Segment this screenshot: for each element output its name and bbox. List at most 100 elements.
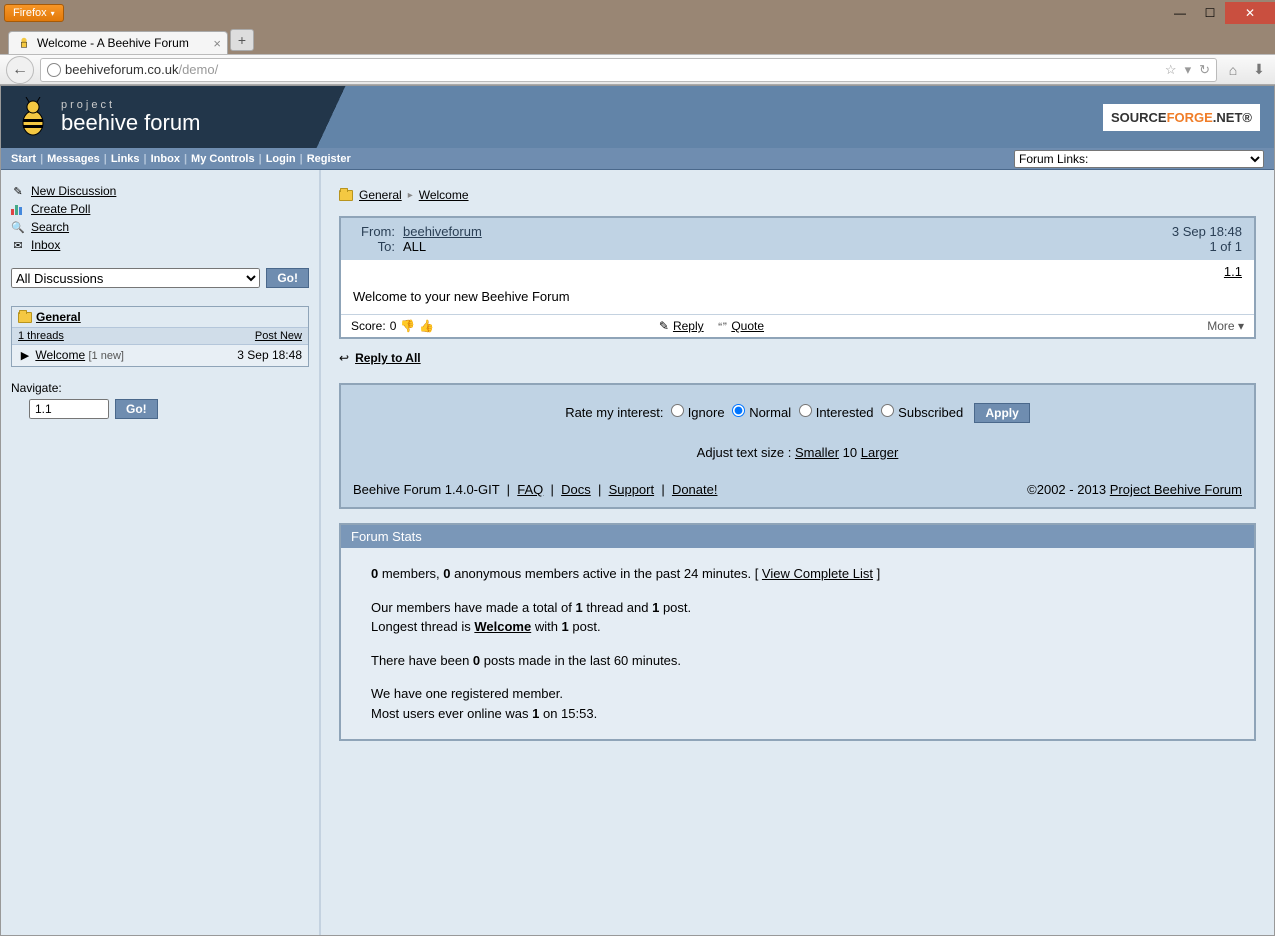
copyright-text: ©2002 - 2013 [1027, 482, 1106, 497]
url-path: /demo/ [178, 62, 218, 77]
reply-all-link[interactable]: Reply to All [355, 351, 421, 365]
browser-toolbar: Firefox — ☐ ✕ [0, 0, 1275, 26]
maximize-button[interactable]: ☐ [1195, 2, 1225, 24]
rate-subscribed-radio[interactable] [881, 404, 894, 417]
thread-icon: ▶ [18, 349, 32, 363]
nav-login[interactable]: Login [266, 153, 296, 165]
interest-panel: Rate my interest: Ignore Normal Interest… [339, 383, 1256, 509]
navigate-label: Navigate: [11, 381, 309, 395]
version-text: Beehive Forum 1.4.0-GIT [353, 482, 499, 497]
post-body: Welcome to your new Beehive Forum [341, 283, 1254, 314]
longest-thread-link[interactable]: Welcome [474, 619, 531, 634]
thread-new-label: [1 new] [88, 350, 123, 362]
folder-icon [18, 312, 32, 323]
threads-count-link[interactable]: 1 threads [18, 330, 64, 342]
folder-general-link[interactable]: General [36, 310, 81, 324]
navigate-go-button[interactable]: Go! [115, 399, 158, 419]
tab-bar: Welcome - A Beehive Forum × + [0, 26, 1275, 54]
nav-mycontrols[interactable]: My Controls [191, 153, 255, 165]
stats-title: Forum Stats [341, 525, 1254, 548]
navigate-input[interactable] [29, 399, 109, 419]
support-link[interactable]: Support [609, 482, 655, 497]
forum-header: project beehive forum SOURCEFORGE.NET® [1, 86, 1274, 148]
discussion-go-button[interactable]: Go! [266, 268, 309, 288]
score-label: Score: [351, 319, 386, 333]
from-label: From: [353, 224, 403, 239]
folder-icon [339, 190, 353, 201]
breadcrumb: General ▸ Welcome [339, 188, 1256, 202]
copyright-link[interactable]: Project Beehive Forum [1110, 482, 1242, 497]
browser-navbar: ← beehiveforum.co.uk/demo/ ☆ ▾ ↻ ⌂ ⬇ [0, 54, 1275, 85]
post-anchor-link[interactable]: 1.1 [1224, 264, 1242, 279]
search-link[interactable]: Search [31, 220, 69, 234]
reply-all-icon: ↩ [339, 351, 349, 365]
docs-link[interactable]: Docs [561, 482, 591, 497]
firefox-menu-button[interactable]: Firefox [4, 4, 64, 22]
textsize-value: 10 [843, 445, 857, 460]
main-content: General ▸ Welcome From: beehiveforum 3 S… [321, 170, 1274, 935]
thread-date: 3 Sep 18:48 [237, 348, 302, 362]
quote-link[interactable]: Quote [731, 319, 764, 333]
chevron-right-icon: ▸ [408, 190, 413, 201]
reload-icon[interactable]: ↻ [1199, 62, 1210, 78]
tab-title: Welcome - A Beehive Forum [37, 36, 189, 50]
globe-icon [47, 63, 61, 77]
smaller-link[interactable]: Smaller [795, 445, 839, 460]
nav-messages[interactable]: Messages [47, 153, 100, 165]
close-button[interactable]: ✕ [1225, 2, 1275, 24]
sidebar: ✎New Discussion Create Poll 🔍Search ✉Inb… [1, 170, 321, 935]
download-icon[interactable]: ⬇ [1249, 61, 1269, 78]
rate-normal-radio[interactable] [732, 404, 745, 417]
nav-links[interactable]: Links [111, 153, 140, 165]
apply-button[interactable]: Apply [974, 403, 1029, 423]
post-new-link[interactable]: Post New [255, 330, 302, 342]
nav-start[interactable]: Start [11, 153, 36, 165]
dropdown-icon[interactable]: ▾ [1185, 62, 1192, 78]
larger-link[interactable]: Larger [861, 445, 899, 460]
search-icon: 🔍 [11, 220, 25, 234]
score-value: 0 [390, 319, 397, 333]
rate-interested-radio[interactable] [799, 404, 812, 417]
thumbs-down-icon[interactable]: 👎 [400, 319, 415, 333]
sourceforge-badge[interactable]: SOURCEFORGE.NET® [1103, 104, 1260, 131]
post-count: 1 of 1 [1209, 239, 1242, 254]
faq-link[interactable]: FAQ [517, 482, 543, 497]
beehive-logo-icon [13, 97, 53, 137]
rate-ignore-radio[interactable] [671, 404, 684, 417]
new-discussion-link[interactable]: New Discussion [31, 184, 116, 198]
inbox-link[interactable]: Inbox [31, 238, 60, 252]
minimize-button[interactable]: — [1165, 2, 1195, 24]
to-label: To: [353, 239, 403, 254]
post: From: beehiveforum 3 Sep 18:48 To: ALL 1… [339, 216, 1256, 339]
more-dropdown[interactable]: More ▾ [1207, 319, 1244, 333]
chevron-down-icon: ▾ [1238, 319, 1244, 333]
quote-icon: ❝❞ [718, 321, 728, 332]
new-tab-button[interactable]: + [230, 29, 254, 51]
url-host: beehiveforum.co.uk [65, 62, 178, 77]
donate-link[interactable]: Donate! [672, 482, 718, 497]
textsize-label: Adjust text size : [697, 445, 792, 460]
thumbs-up-icon[interactable]: 👍 [419, 319, 434, 333]
poll-icon [11, 202, 25, 216]
from-user-link[interactable]: beehiveforum [403, 224, 482, 239]
breadcrumb-general[interactable]: General [359, 188, 402, 202]
main-menu: Start| Messages| Links| Inbox| My Contro… [1, 148, 1274, 170]
home-icon[interactable]: ⌂ [1223, 62, 1243, 78]
to-value: ALL [403, 239, 426, 254]
thread-welcome-link[interactable]: Welcome [35, 348, 85, 362]
browser-tab[interactable]: Welcome - A Beehive Forum × [8, 31, 228, 54]
bookmark-icon[interactable]: ☆ [1165, 62, 1177, 78]
post-date: 3 Sep 18:48 [1172, 224, 1242, 239]
discussion-filter-select[interactable]: All Discussions [11, 268, 260, 288]
create-poll-link[interactable]: Create Poll [31, 202, 90, 216]
reply-icon: ✎ [659, 319, 669, 333]
view-list-link[interactable]: View Complete List [762, 566, 873, 581]
forum-links-select[interactable]: Forum Links: [1014, 150, 1264, 168]
breadcrumb-welcome[interactable]: Welcome [419, 188, 469, 202]
reply-link[interactable]: Reply [673, 319, 704, 333]
back-button[interactable]: ← [6, 56, 34, 84]
nav-inbox[interactable]: Inbox [151, 153, 180, 165]
nav-register[interactable]: Register [307, 153, 351, 165]
tab-close-icon[interactable]: × [213, 36, 221, 51]
url-bar[interactable]: beehiveforum.co.uk/demo/ ☆ ▾ ↻ [40, 58, 1217, 82]
